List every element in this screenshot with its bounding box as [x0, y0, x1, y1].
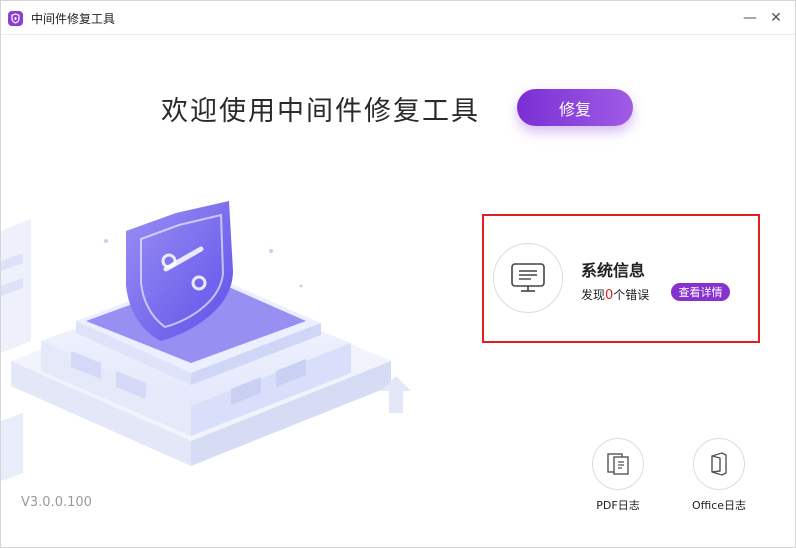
system-info-card[interactable]: 系统信息 发现0个错误 查看详情: [482, 214, 760, 343]
office-log-label: Office日志: [691, 499, 747, 512]
office-file-icon: [711, 452, 727, 476]
app-shield-icon: [8, 11, 23, 26]
pdf-log-button[interactable]: PDF日志: [590, 438, 646, 518]
app-window: 中间件修复工具 — ✕ 欢迎使用中间件修复工具 修复 系统信息 发现0个错误 查…: [0, 0, 796, 548]
pdf-log-icon-circle: [592, 438, 644, 490]
shield-platform-illustration: [1, 201, 411, 481]
pdf-log-label: PDF日志: [596, 499, 640, 512]
window-title: 中间件修复工具: [31, 12, 116, 26]
system-info-title: 系统信息: [581, 261, 646, 280]
monitor-icon: [511, 263, 545, 292]
minimize-button[interactable]: —: [739, 7, 761, 29]
error-summary-prefix: 发现: [581, 288, 606, 302]
office-log-button[interactable]: Office日志: [691, 438, 747, 518]
title-bar[interactable]: 中间件修复工具 — ✕: [1, 1, 795, 35]
error-summary-suffix: 个错误: [613, 288, 650, 302]
close-button[interactable]: ✕: [765, 7, 787, 29]
repair-button[interactable]: 修复: [517, 89, 633, 126]
welcome-heading: 欢迎使用中间件修复工具: [161, 96, 480, 127]
system-info-icon-circle: [493, 243, 563, 313]
error-summary: 发现0个错误: [581, 286, 649, 303]
version-label: V3.0.0.100: [21, 495, 92, 510]
pdf-file-icon: [607, 453, 629, 475]
view-details-button[interactable]: 查看详情: [671, 283, 730, 301]
office-log-icon-circle: [693, 438, 745, 490]
